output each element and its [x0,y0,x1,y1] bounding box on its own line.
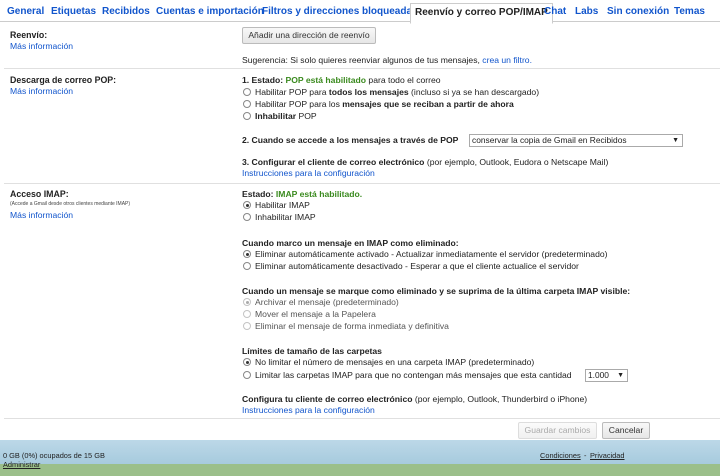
imap-client-config-suffix: (por ejemplo, Outlook, Thunderbird o iPh… [414,394,588,404]
pop-action-select-value: conservar la copia de Gmail en Recibidos [472,135,627,145]
pop-all-label-c: (incluso si ya se han descargado) [411,87,540,97]
pop-disable-label-a: Inhabilitar [255,111,297,121]
footer-landscape [0,464,720,476]
cancel-button[interactable]: Cancelar [602,422,650,439]
pop-new-label-a: Habilitar POP para los [255,99,340,109]
dropdown-arrow-icon: ▼ [617,372,624,379]
pop-setup-instructions-link[interactable]: Instrucciones para la configuración [242,168,375,178]
imap-expunge-title: Cuando un mensaje se marque como elimina… [242,286,631,296]
folder-size-title: Límites de tamaño de las carpetas [242,346,382,356]
auto-expunge-off-radio[interactable] [243,262,251,270]
pop-client-config-suffix: (por ejemplo, Outlook, Eudora o Netscape… [426,157,609,167]
tab-reenvio-pop-imap[interactable]: Reenvío y correo POP/IMAP [410,3,553,24]
pop-status-prefix: 1. Estado: [242,75,284,85]
imap-setup-instructions-link[interactable]: Instrucciones para la configuración [242,405,375,415]
imap-client-config: Configura tu cliente de correo electróni… [242,394,587,404]
imap-status-value: IMAP está habilitado. [275,189,363,199]
move-to-trash-label: Mover el mensaje a la Papelera [255,309,376,319]
manage-storage-link[interactable]: Administrar [3,460,40,469]
imap-disable-radio[interactable] [243,213,251,221]
folder-limit-select[interactable]: 1.000 ▼ [585,369,628,382]
pop-all-radio[interactable] [243,88,251,96]
tab-general[interactable]: General [7,6,44,17]
imap-client-config-title: Configura tu cliente de correo electróni… [242,394,413,404]
pop-more-info-link[interactable]: Más información [10,86,73,96]
forwarding-tip: Sugerencia: Si solo quieres reenviar alg… [242,55,532,65]
pop-label: Descarga de correo POP: [10,75,117,85]
settings-tabs: General Etiquetas Recibidos Cuentas e im… [0,0,720,24]
tab-etiquetas[interactable]: Etiquetas [51,6,96,17]
no-folder-limit-label: No limitar el número de mensajes en una … [255,357,535,367]
forwarding-label: Reenvío: [10,30,48,40]
auto-expunge-on-radio[interactable] [243,250,251,258]
terms-link[interactable]: Condiciones [540,451,581,460]
divider [4,68,720,69]
footer-dash: - [584,451,587,460]
tab-chat[interactable]: Chat [544,6,566,17]
auto-expunge-off-label: Eliminar automáticamente desactivado - E… [255,261,579,271]
pop-disable-label: Inhabilitar POP [255,111,317,121]
pop-status-value: POP está habilitado [285,75,367,85]
imap-disable-label: Inhabilitar IMAP [255,212,316,222]
move-to-trash-radio[interactable] [243,310,251,318]
archive-message-radio[interactable] [243,298,251,306]
tab-sin-conexion[interactable]: Sin conexión [607,6,669,17]
storage-usage: 0 GB (0%) ocupados de 15 GB [3,451,105,460]
imap-description: (Accede a Gmail desde otros clientes med… [10,201,131,207]
imap-label: Acceso IMAP: [10,189,69,199]
folder-limit-select-value: 1.000 [588,370,609,380]
pop-client-config-title: 3. Configurar el cliente de correo elect… [242,157,425,167]
pop-status: 1. Estado: POP está habilitado para todo… [242,75,441,85]
no-folder-limit-radio[interactable] [243,358,251,366]
pop-disable-radio[interactable] [243,112,251,120]
tab-labs[interactable]: Labs [575,6,598,17]
divider [4,183,720,184]
pop-action-question: 2. Cuando se accede a los mensajes a tra… [242,135,459,145]
imap-status-prefix: Estado: [242,189,274,199]
archive-message-label: Archivar el mensaje (predeterminado) [255,297,399,307]
limit-folder-radio[interactable] [243,371,251,379]
pop-new-label-b: mensajes que se reciban a partir de ahor… [342,99,514,109]
limit-folder-label: Limitar las carpetas IMAP para que no co… [255,370,572,380]
forwarding-tip-text: Sugerencia: Si solo quieres reenviar alg… [242,55,480,65]
pop-new-label: Habilitar POP para los mensajes que se r… [255,99,514,109]
privacy-link[interactable]: Privacidad [590,451,625,460]
auto-expunge-on-label: Eliminar automáticamente activado - Actu… [255,249,608,259]
delete-forever-label: Eliminar el mensaje de forma inmediata y… [255,321,449,331]
divider [4,418,720,419]
tab-temas[interactable]: Temas [674,6,705,17]
imap-enable-radio[interactable] [243,201,251,209]
pop-client-config: 3. Configurar el cliente de correo elect… [242,157,608,167]
tab-recibidos[interactable]: Recibidos [102,6,150,17]
pop-action-select[interactable]: conservar la copia de Gmail en Recibidos… [469,134,683,147]
imap-status: Estado: IMAP está habilitado. [242,189,362,199]
imap-more-info-link[interactable]: Más información [10,210,73,220]
tab-cuentas[interactable]: Cuentas e importación [156,6,264,17]
pop-all-label: Habilitar POP para todos los mensajes (i… [255,87,539,97]
delete-forever-radio[interactable] [243,322,251,330]
footer: 0 GB (0%) ocupados de 15 GB Administrar … [0,440,720,476]
create-filter-link[interactable]: crea un filtro. [482,55,532,65]
forwarding-more-info-link[interactable]: Más información [10,41,73,51]
save-changes-button[interactable]: Guardar cambios [518,422,597,439]
pop-all-label-b: todos los mensajes [328,87,409,97]
pop-disable-label-b: POP [298,111,317,121]
pop-status-suffix: para todo el correo [368,75,441,85]
add-forwarding-address-button[interactable]: Añadir una dirección de reenvío [242,27,376,44]
imap-enable-label: Habilitar IMAP [255,200,310,210]
pop-all-label-a: Habilitar POP para [255,87,327,97]
tab-filtros[interactable]: Filtros y direcciones bloqueadas [262,6,418,17]
dropdown-arrow-icon: ▼ [672,137,679,144]
pop-new-radio[interactable] [243,100,251,108]
imap-delete-title: Cuando marco un mensaje en IMAP como eli… [242,238,459,248]
